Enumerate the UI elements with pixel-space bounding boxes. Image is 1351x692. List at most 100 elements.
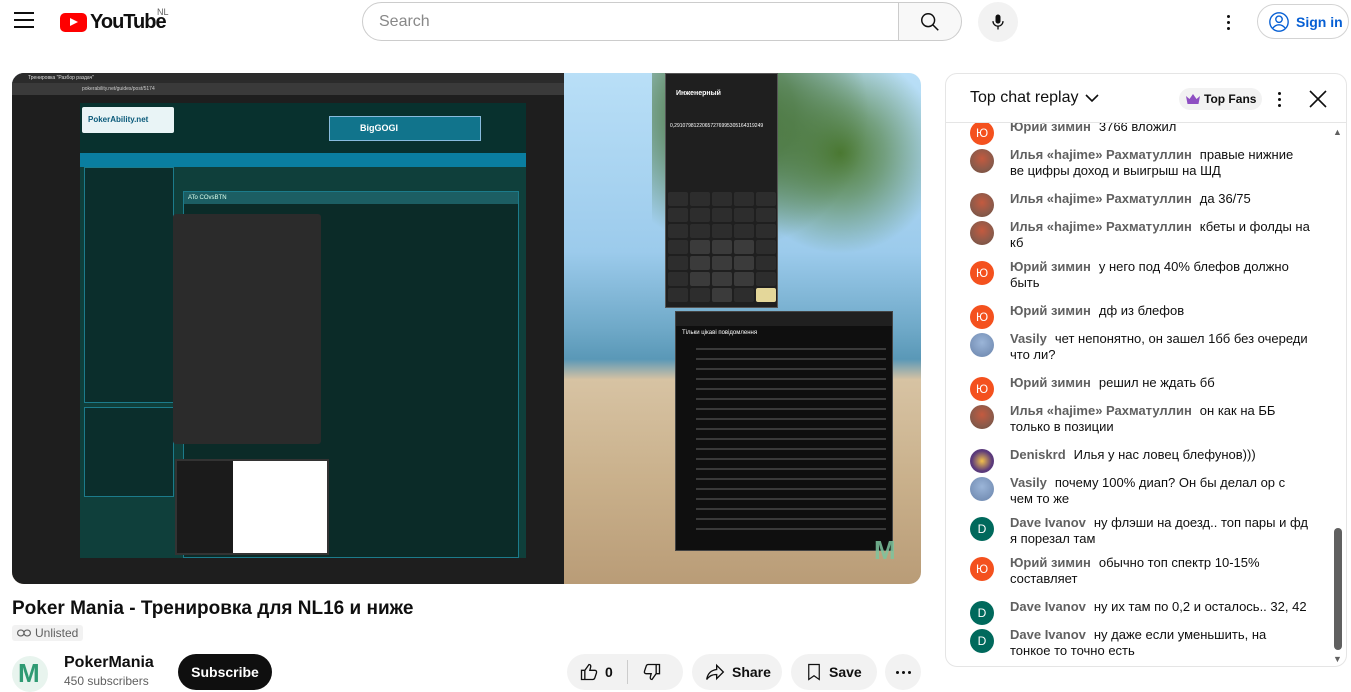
youtube-logo[interactable]: YouTube NL: [60, 7, 169, 34]
chat-replay-panel: Top chat replay Top Fans ▲ ▼ Ю Юрий зимин…: [945, 73, 1347, 667]
site-left-panel-video: [84, 407, 174, 497]
youtube-play-icon: [60, 13, 87, 32]
chat-author-name[interactable]: Юрий зимин: [1010, 303, 1091, 318]
chat-author-avatar[interactable]: D: [970, 629, 994, 653]
chat-scrollbar-thumb[interactable]: [1334, 528, 1342, 650]
chat-author-name[interactable]: Dave Ivanov: [1010, 627, 1086, 642]
top-fans-button[interactable]: Top Fans: [1179, 88, 1263, 110]
subscribe-button[interactable]: Subscribe: [178, 654, 272, 690]
save-label: Save: [829, 664, 862, 680]
chat-author-name[interactable]: Dave Ivanov: [1010, 515, 1086, 530]
chat-message-body: Юрий зимин 3766 вложил: [1010, 123, 1310, 135]
chat-author-name[interactable]: Vasily: [1010, 475, 1047, 490]
subscriber-count: 450 subscribers: [64, 674, 149, 688]
chat-author-avatar[interactable]: [970, 405, 994, 429]
chat-scrollbar[interactable]: ▲ ▼: [1331, 123, 1345, 666]
chat-author-name[interactable]: Юрий зимин: [1010, 259, 1091, 274]
video-player[interactable]: Тренировка "Разбор раздач" pokerability.…: [12, 73, 921, 584]
chat-message-body: Dave Ivanov ну их там по 0,2 и осталось..…: [1010, 599, 1310, 615]
close-icon[interactable]: [1308, 89, 1328, 109]
settings-menu-icon[interactable]: [1218, 12, 1238, 32]
chat-author-name[interactable]: Илья «hajime» Рахматуллин: [1010, 191, 1192, 206]
chat-author-avatar[interactable]: Ю: [970, 377, 994, 401]
top-bar: YouTube NL Sign in: [0, 0, 1351, 42]
chat-author-avatar[interactable]: Ю: [970, 261, 994, 285]
more-dot: [895, 670, 899, 674]
thumbs-up-icon[interactable]: [579, 662, 599, 682]
chat-message: Илья «hajime» Рахматуллин кбеты и фолды н…: [970, 219, 1310, 251]
chat-message-text: чет непонятно, он зашел 1бб без очереди …: [1010, 331, 1308, 362]
channel-avatar[interactable]: [12, 656, 48, 692]
channel-name[interactable]: PokerMania: [64, 654, 154, 672]
site-banner: BigGOGI: [329, 116, 481, 141]
chat-author-avatar[interactable]: [970, 221, 994, 245]
search-button[interactable]: [898, 2, 962, 41]
chat-author-avatar[interactable]: Ю: [970, 557, 994, 581]
search-box: [362, 2, 900, 41]
more-actions-button[interactable]: [885, 654, 921, 690]
like-count: 0: [605, 664, 613, 680]
chat-author-avatar[interactable]: [970, 333, 994, 357]
browser-tab-strip: Тренировка "Разбор раздач": [12, 73, 564, 83]
chat-author-name[interactable]: Илья «hajime» Рахматуллин: [1010, 147, 1192, 162]
stats-table: [175, 459, 329, 555]
chat-message-list[interactable]: ▲ ▼ Ю Юрий зимин 3766 вложил Илья «hajime» …: [946, 123, 1346, 666]
logo-wordmark: YouTube: [90, 11, 167, 33]
chat-message: D Dave Ivanov ну флэши на доезд.. топ пары…: [970, 515, 1310, 547]
chat-message-text: Илья у нас ловец блефунов))): [1073, 447, 1256, 462]
voice-search-button[interactable]: [978, 2, 1018, 42]
sign-in-button[interactable]: Sign in: [1257, 4, 1349, 39]
chat-message-body: Илья «hajime» Рахматуллин кбеты и фолды н…: [1010, 219, 1310, 251]
chat-more-options-icon[interactable]: [1276, 90, 1282, 108]
chat-message-text: дф из блефов: [1098, 303, 1185, 318]
more-dot: [907, 670, 911, 674]
chat-message-text: решил не ждать бб: [1098, 375, 1215, 390]
search-icon: [921, 12, 939, 31]
chat-author-avatar[interactable]: D: [970, 517, 994, 541]
chat-message: Vasily чет непонятно, он зашел 1бб без оч…: [970, 331, 1310, 363]
search-input[interactable]: [379, 12, 899, 31]
chat-author-name[interactable]: Илья «hajime» Рахматуллин: [1010, 219, 1192, 234]
chat-header: Top chat replay Top Fans: [946, 74, 1346, 123]
country-code: NL: [157, 7, 169, 17]
chat-message: Ю Юрий зимин у него под 40% блефов должно …: [970, 259, 1310, 291]
scroll-up-arrow-icon[interactable]: ▲: [1333, 127, 1342, 137]
chat-author-avatar[interactable]: D: [970, 601, 994, 625]
menu-icon[interactable]: [14, 12, 34, 28]
share-label: Share: [732, 664, 771, 680]
chat-author-name[interactable]: Dave Ivanov: [1010, 599, 1086, 614]
article-title: ATo COvsBTN: [184, 192, 518, 204]
site-logo: PokerAbility.net: [82, 107, 174, 133]
save-button[interactable]: Save: [791, 654, 877, 690]
link-icon: [17, 629, 31, 637]
site-left-panel: [84, 167, 174, 403]
chat-message-body: Юрий зимин у него под 40% блефов должно б…: [1010, 259, 1310, 291]
chat-message-body: Юрий зимин решил не ждать бб: [1010, 375, 1310, 391]
like-dislike-group: 0: [567, 654, 683, 690]
chat-author-avatar[interactable]: [970, 149, 994, 173]
chat-message: Ю Юрий зимин решил не ждать бб: [970, 375, 1310, 401]
chat-author-name[interactable]: Vasily: [1010, 331, 1047, 346]
chat-author-name[interactable]: Илья «hajime» Рахматуллин: [1010, 403, 1192, 418]
site-nav: [80, 153, 526, 167]
chat-author-avatar[interactable]: [970, 477, 994, 501]
share-button[interactable]: Share: [692, 654, 782, 690]
more-dot: [901, 670, 905, 674]
chat-author-avatar[interactable]: [970, 449, 994, 473]
thumbs-down-icon[interactable]: [642, 662, 662, 682]
chat-author-name[interactable]: Юрий зимин: [1010, 375, 1091, 390]
chat-mode-selector[interactable]: Top chat replay: [970, 89, 1099, 107]
chat-author-avatar[interactable]: Ю: [970, 305, 994, 329]
chat-author-name[interactable]: Юрий зимин: [1010, 555, 1091, 570]
chat-author-name[interactable]: Юрий зимин: [1010, 123, 1091, 134]
chat-author-name[interactable]: Deniskrd: [1010, 447, 1066, 462]
chat-message-body: Vasily чет непонятно, он зашел 1бб без оч…: [1010, 331, 1310, 363]
scroll-down-arrow-icon[interactable]: ▼: [1333, 654, 1342, 664]
chevron-down-icon: [1084, 94, 1099, 103]
calculator-title: Инженерный: [676, 90, 721, 97]
chat-message-body: Deniskrd Илья у нас ловец блефунов))): [1010, 447, 1310, 463]
top-fans-label: Top Fans: [1204, 92, 1257, 106]
chat-message: D Dave Ivanov ну их там по 0,2 и осталось.…: [970, 599, 1310, 625]
chat-author-avatar[interactable]: [970, 193, 994, 217]
chat-author-avatar[interactable]: Ю: [970, 123, 994, 145]
